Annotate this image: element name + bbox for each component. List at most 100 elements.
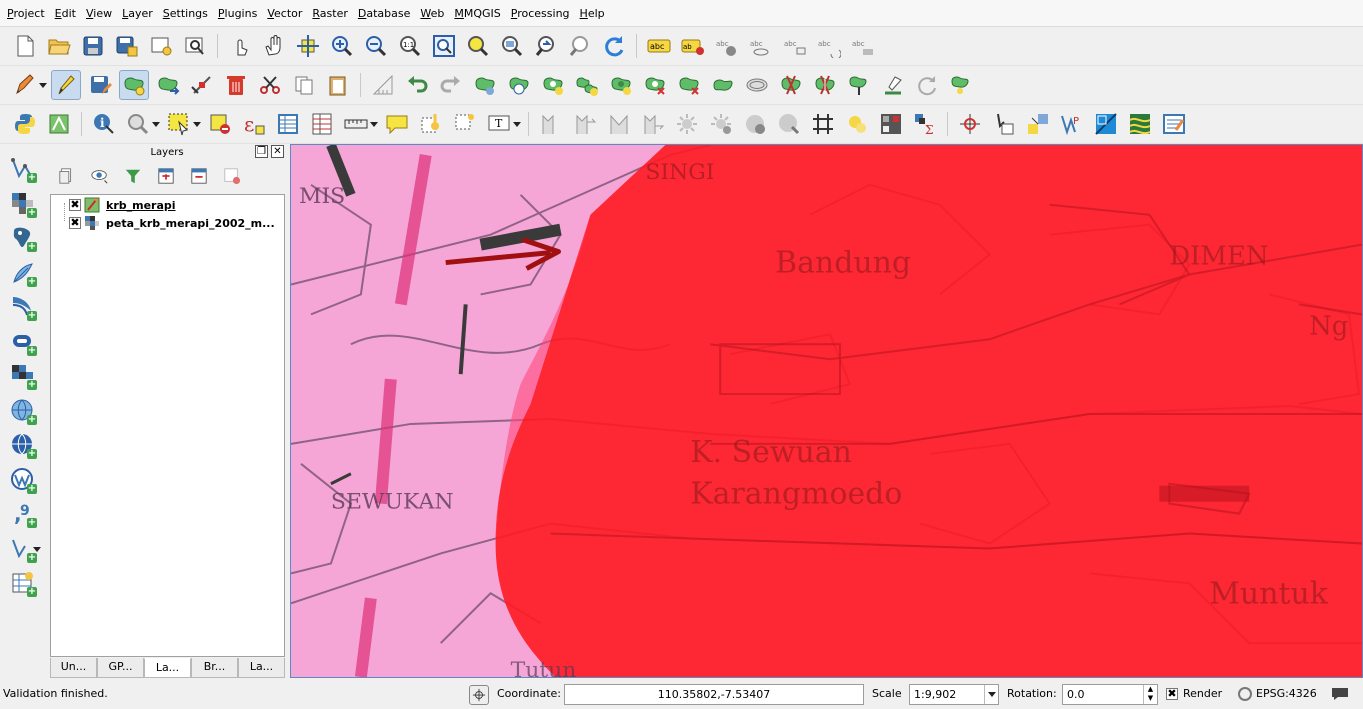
scale-dropdown-arrow[interactable] [984,685,998,704]
toggle-editing-icon[interactable] [51,70,81,100]
menu-settings[interactable]: Settings [158,0,213,27]
split-parts-icon[interactable] [810,70,840,100]
terrain-icon[interactable] [1125,109,1155,139]
rotate-point-icon[interactable] [912,70,942,100]
map-swipe-icon[interactable] [1091,109,1121,139]
select-by-value-icon[interactable] [123,109,153,139]
menu-plugins[interactable]: Plugins [213,0,262,27]
identify-icon[interactable]: i [89,109,119,139]
zoom-to-selection-icon[interactable] [463,31,493,61]
current-edits-icon[interactable] [10,70,40,100]
save-project-icon[interactable] [78,31,108,61]
annotation-tool-icon[interactable]: T [484,109,514,139]
crs-label[interactable]: EPSG:4326 [1256,687,1317,700]
spatial-query-2-icon[interactable] [570,109,600,139]
light-1-icon[interactable] [672,109,702,139]
composer-manager-icon[interactable] [180,31,210,61]
add-virtual-layer-icon[interactable]: + [7,568,39,598]
add-raster-layer-icon[interactable]: + [7,189,39,219]
offset-point-icon[interactable] [946,70,976,100]
menu-view[interactable]: View [81,0,117,27]
georeferencer-icon[interactable] [989,109,1019,139]
zoom-last-icon[interactable] [531,31,561,61]
map-canvas[interactable]: MIS SINGI Bandung DIMEN Ng K. Sewuan Kar… [290,144,1363,678]
crs-globe-icon[interactable] [1238,687,1252,701]
zoom-next-icon[interactable] [565,31,595,61]
measure-icon[interactable] [341,109,371,139]
spatial-query-1-icon[interactable] [536,109,566,139]
save-layer-edits-icon[interactable] [85,70,115,100]
add-wfs-layer-icon[interactable]: + [7,465,39,495]
save-as-icon[interactable] [112,31,142,61]
split-features-icon[interactable] [776,70,806,100]
layer-row-peta-krb-merapi[interactable]: ✖ peta_krb_merapi_2002_m... [51,215,284,231]
menu-mmqgis[interactable]: MMQGIS [449,0,505,27]
remove-layer-icon[interactable] [221,165,243,187]
light-4-icon[interactable] [774,109,804,139]
layer-visibility-checkbox[interactable]: ✖ [69,217,81,229]
add-part-icon[interactable] [572,70,602,100]
spatial-query-3-icon[interactable] [604,109,634,139]
add-vector-layer-icon[interactable]: + [7,154,39,184]
tab-gps[interactable]: GP... [97,658,144,678]
processing-icon[interactable] [44,109,74,139]
offset-curve-icon[interactable] [742,70,772,100]
digitize-icon[interactable] [1023,109,1053,139]
redo-icon[interactable] [436,70,466,100]
layer-visibility-checkbox[interactable]: ✖ [69,199,81,211]
layer-row-krb-merapi[interactable]: ✖ krb_merapi [51,197,284,213]
tab-undo[interactable]: Un... [50,658,97,678]
add-db2-layer-icon[interactable]: + [7,361,39,391]
menu-layer[interactable]: Layer [117,0,158,27]
move-feature-icon[interactable] [153,70,183,100]
rotation-spin-arrows[interactable]: ▲ ▼ [1143,685,1157,704]
field-calculator-icon[interactable] [307,109,337,139]
select-features-icon[interactable] [164,109,194,139]
notes-icon[interactable] [1159,109,1189,139]
select-features-dropdown[interactable] [193,109,201,139]
add-wcs-layer-icon[interactable]: + [7,430,39,460]
tab-browser[interactable]: Br... [191,658,238,678]
raster-calc-icon[interactable] [876,109,906,139]
add-delimited-text-layer-icon[interactable]: , 9 + [7,499,39,529]
menu-project[interactable]: Project [2,0,50,27]
zoom-native-icon[interactable]: 1:1 [395,31,425,61]
layer-labeling-icon[interactable]: abc [644,31,674,61]
add-feature-icon[interactable] [119,70,149,100]
attribute-table-icon[interactable] [273,109,303,139]
simplify-icon[interactable] [504,70,534,100]
merge-features-icon[interactable] [844,70,874,100]
zoom-full-icon[interactable] [429,31,459,61]
expression-select-icon[interactable]: ε [239,109,269,139]
vector-plugin-icon[interactable]: P [1057,109,1087,139]
copy-features-icon[interactable] [289,70,319,100]
add-wms-layer-icon[interactable]: + [7,396,39,426]
menu-edit[interactable]: Edit [50,0,81,27]
label-change-icon[interactable]: abc [848,31,878,61]
spatial-query-4-icon[interactable] [638,109,668,139]
new-bookmark-icon[interactable] [416,109,446,139]
expand-all-icon[interactable] [155,165,177,187]
tab-layer-order[interactable]: La... [238,658,285,678]
zoom-to-layer-icon[interactable] [497,31,527,61]
select-by-value-dropdown[interactable] [152,109,160,139]
light-2-icon[interactable] [706,109,736,139]
label-pin-icon[interactable]: ab [678,31,708,61]
pan-icon[interactable] [259,31,289,61]
new-print-composer-icon[interactable] [146,31,176,61]
menu-raster[interactable]: Raster [307,0,352,27]
render-checkbox[interactable]: ✖ [1166,688,1178,700]
label-highlight-icon[interactable]: abc [712,31,742,61]
merge-attributes-icon[interactable] [878,70,908,100]
rotation-spinbox[interactable]: 0.0 ▲ ▼ [1062,684,1158,705]
toggle-extents-icon[interactable] [469,685,489,705]
point-icon[interactable] [842,109,872,139]
open-project-icon[interactable] [44,31,74,61]
manage-visibility-icon[interactable] [89,165,111,187]
light-3-icon[interactable] [740,109,770,139]
refresh-icon[interactable] [599,31,629,61]
fill-ring-icon[interactable] [606,70,636,100]
add-ring-icon[interactable] [538,70,568,100]
menu-web[interactable]: Web [415,0,449,27]
label-move-icon[interactable]: abc [780,31,810,61]
